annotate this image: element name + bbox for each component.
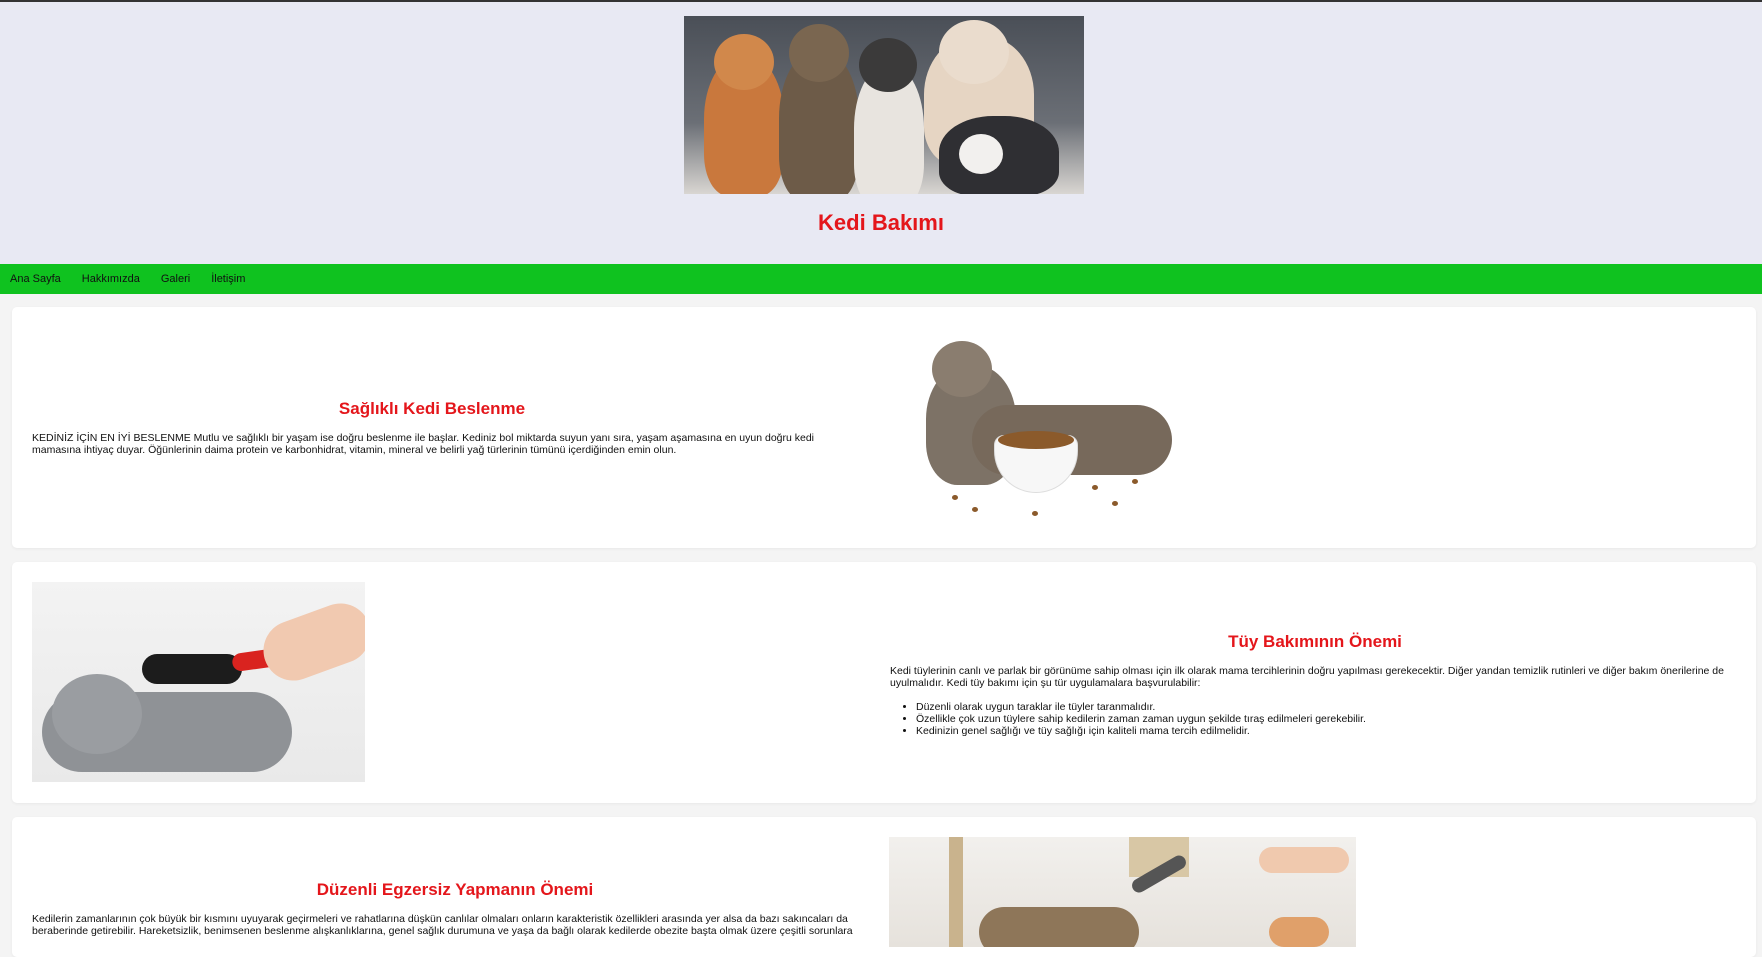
list-item: Kedinizin genel sağlığı ve tüy sağlığı i… <box>916 725 1740 737</box>
section-title: Düzenli Egzersiz Yapmanın Önemi <box>316 880 594 899</box>
section-nutrition-content: Sağlıklı Kedi Beslenme KEDİNİZ İÇİN EN İ… <box>32 399 832 456</box>
section-title: Sağlıklı Kedi Beslenme <box>338 399 526 418</box>
section-text: Kedi tüylerinin canlı ve parlak bir görü… <box>890 665 1724 689</box>
nav-link-home[interactable]: Ana Sayfa <box>10 273 61 285</box>
list-item: Düzenli olarak uygun taraklar ile tüyler… <box>916 701 1740 713</box>
section-grooming: Tüy Bakımının Önemi Kedi tüylerinin canl… <box>12 562 1756 803</box>
cat-with-food-bowl-image <box>912 335 1212 520</box>
section-exercise: Düzenli Egzersiz Yapmanın Önemi Kedileri… <box>12 817 1756 957</box>
nav-link-gallery[interactable]: Galeri <box>161 273 190 285</box>
page-title: Kedi Bakımı <box>818 210 944 235</box>
section-title: Tüy Bakımının Önemi <box>1228 632 1402 651</box>
section-text: KEDİNİZ İÇİN EN İYİ BESLENME Mutlu ve sa… <box>32 432 815 456</box>
grooming-tips-list: Düzenli olarak uygun taraklar ile tüyler… <box>890 701 1740 737</box>
site-header: Kedi Bakımı <box>0 2 1762 264</box>
main-nav: Ana Sayfa Hakkımızda Galeri İletişim <box>0 264 1762 294</box>
nav-link-contact[interactable]: İletişim <box>211 273 245 285</box>
kittens-banner-image <box>684 16 1084 194</box>
section-grooming-content: Tüy Bakımının Önemi Kedi tüylerinin canl… <box>890 632 1740 737</box>
cat-playing-image <box>889 837 1356 947</box>
cat-brushing-image <box>32 582 365 782</box>
section-exercise-content: Düzenli Egzersiz Yapmanın Önemi Kedileri… <box>32 880 878 937</box>
section-text: Kedilerin zamanlarının çok büyük bir kıs… <box>32 913 853 937</box>
nav-link-about[interactable]: Hakkımızda <box>82 273 140 285</box>
section-nutrition: Sağlıklı Kedi Beslenme KEDİNİZ İÇİN EN İ… <box>12 307 1756 548</box>
list-item: Özellikle çok uzun tüylere sahip kediler… <box>916 713 1740 725</box>
